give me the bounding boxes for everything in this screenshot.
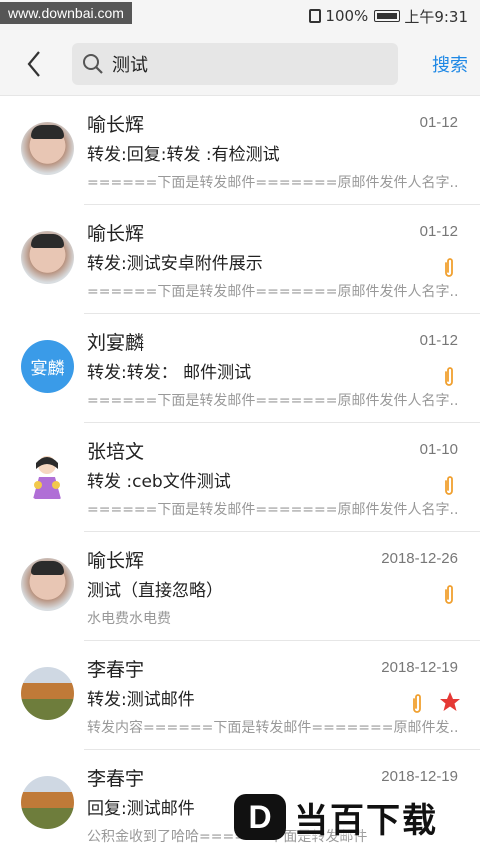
avatar-photo <box>21 231 74 284</box>
mail-subject: 测试（直接忽略） <box>87 581 223 601</box>
search-icon <box>83 53 103 74</box>
avatar-cartoon <box>21 449 74 502</box>
mail-subject: 转发 :ceb文件测试 <box>87 472 231 492</box>
mail-sender: 刘宴麟 <box>87 332 145 354</box>
mail-row[interactable]: 张培文 01-10 转发 :ceb文件测试 ======下面是转发邮件=======原… <box>0 423 480 532</box>
search-box[interactable] <box>72 42 398 85</box>
mail-date: 2018-12-19 <box>381 659 458 676</box>
attachment-icon <box>445 367 453 386</box>
attachment-icon <box>413 694 421 713</box>
mail-row[interactable]: 喻长辉 01-12 转发:回复:转发 :有检测试 ======下面是转发邮件=====… <box>0 96 480 205</box>
search-button[interactable]: 搜索 <box>432 51 468 77</box>
mail-preview: 水电费水电费 <box>87 611 171 627</box>
mail-date: 01-12 <box>419 332 458 349</box>
attachment-icon <box>445 585 453 604</box>
avatar-photo <box>21 122 74 175</box>
watermark-url: www.downbai.com <box>0 2 132 24</box>
star-icon[interactable] <box>438 690 462 714</box>
back-arrow-icon <box>27 50 40 77</box>
mail-sender: 喻长辉 <box>87 550 145 572</box>
avatar: 宴麟 <box>21 340 74 393</box>
mail-preview: ======下面是转发邮件=======原邮件发件人名字... <box>87 284 457 300</box>
mail-sender: 喻长辉 <box>87 223 145 245</box>
mail-date: 2018-12-19 <box>381 768 458 785</box>
mail-sender: 张培文 <box>87 441 145 463</box>
mail-sender: 李春宇 <box>87 659 145 681</box>
attachment-icon <box>445 476 453 495</box>
mail-preview: ======下面是转发邮件=======原邮件发件人名字... <box>87 175 457 191</box>
brand-logo: D <box>234 794 286 840</box>
brand-text: 当百下载 <box>294 800 438 841</box>
mail-row[interactable]: 宴麟 刘宴麟 01-12 转发:转发： 邮件测试 ======下面是转发邮件======… <box>0 314 480 423</box>
mail-subject: 转发:测试安卓附件展示 <box>87 254 263 274</box>
battery-icon <box>374 10 401 22</box>
attachment-icon <box>445 258 453 277</box>
avatar-photo <box>21 558 74 611</box>
search-header: 搜索 <box>0 32 480 96</box>
mail-date: 2018-12-26 <box>381 550 458 567</box>
mail-preview: ======下面是转发邮件=======原邮件发件人名字... <box>87 393 457 409</box>
search-input[interactable] <box>112 53 372 74</box>
mail-row[interactable]: 喻长辉 2018-12-26 测试（直接忽略） 水电费水电费 <box>0 532 480 641</box>
mail-date: 01-12 <box>419 223 458 240</box>
mail-subject: 回复:测试邮件 <box>87 799 195 819</box>
mail-row[interactable]: 李春宇 2018-12-19 转发:测试邮件转发内容======下面是转发邮件===… <box>0 641 480 750</box>
mail-subject: 转发:回复:转发 :有检测试 <box>87 145 280 165</box>
mail-date: 01-10 <box>419 441 458 458</box>
mail-subject: 转发:测试邮件 <box>87 690 195 710</box>
clock: 上午9:31 <box>404 7 468 26</box>
mail-subject: 转发:转发： 邮件测试 <box>87 363 252 383</box>
mail-row[interactable]: 喻长辉 01-12 转发:测试安卓附件展示 ======下面是转发邮件=======原… <box>0 205 480 314</box>
vibrate-icon <box>309 9 322 23</box>
avatar-photo <box>21 776 74 829</box>
battery-percent: 100% <box>325 7 369 25</box>
mail-preview: ======下面是转发邮件=======原邮件发件人名字... <box>87 502 457 518</box>
mail-sender: 喻长辉 <box>87 114 145 136</box>
brand-watermark: D 当百下载 <box>234 794 438 841</box>
mail-date: 01-12 <box>419 114 458 131</box>
avatar-photo <box>21 667 74 720</box>
back-button[interactable] <box>14 44 54 84</box>
mail-preview: 转发内容======下面是转发邮件=======原邮件发... <box>87 720 457 736</box>
mail-list: 喻长辉 01-12 转发:回复:转发 :有检测试 ======下面是转发邮件=====… <box>0 96 480 853</box>
mail-sender: 李春宇 <box>87 768 145 790</box>
